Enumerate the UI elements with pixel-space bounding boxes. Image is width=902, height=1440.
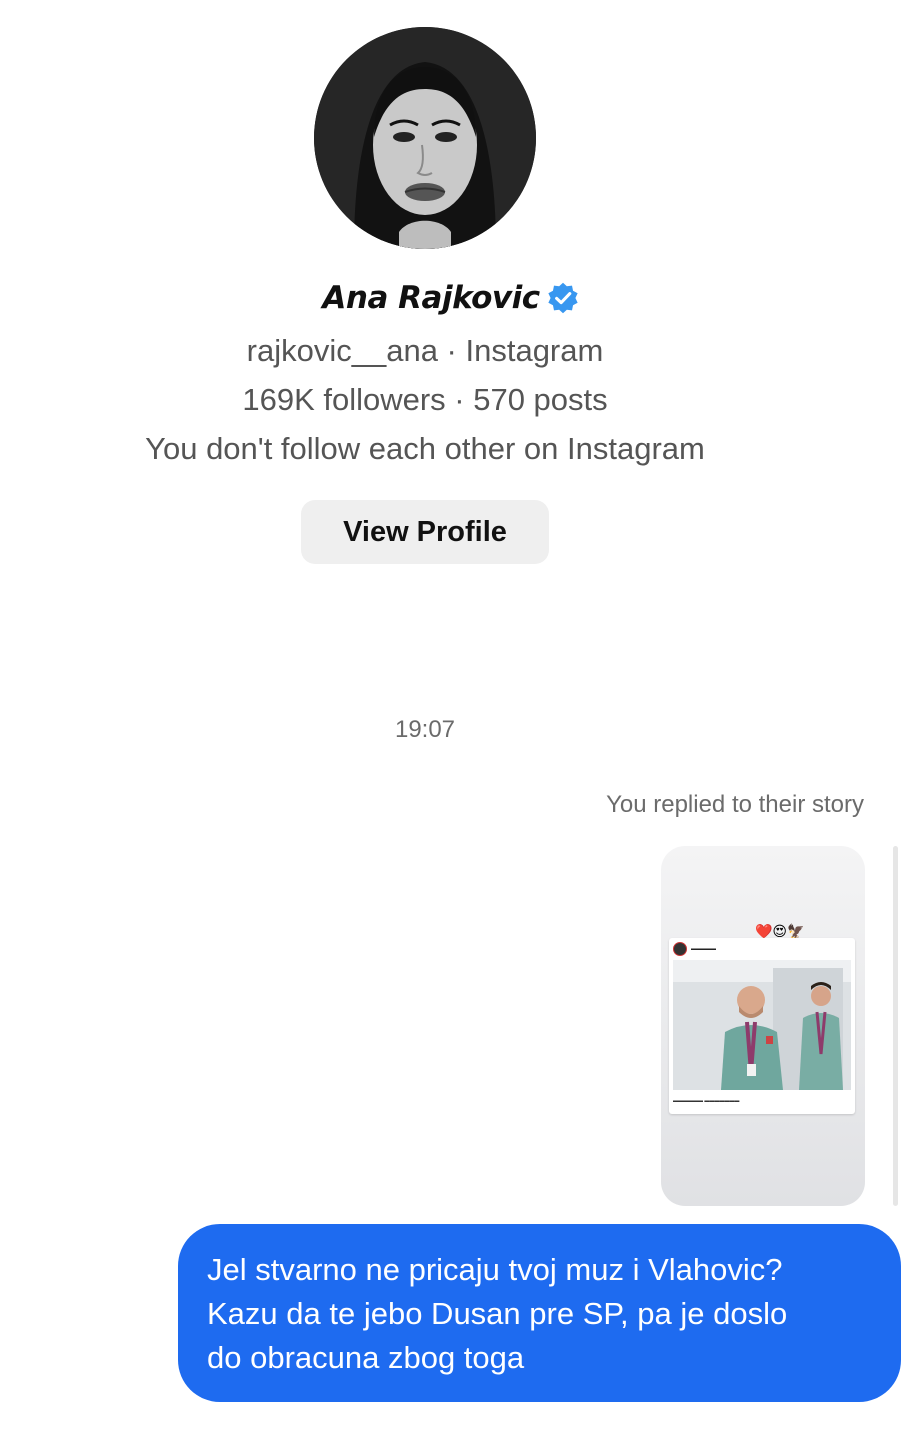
story-post-caption: ▬▬▬▬▬▬ ▬▬▬▬▬▬▬ [673,1098,740,1104]
story-reactions: ❤️😍🦅 [755,923,805,939]
profile-name-row: Ana Rajkovic [0,276,902,320]
players-photo-image [673,960,851,1090]
avatar-portrait-image [314,27,536,249]
message-line: do obracuna zbog toga [207,1340,525,1375]
profile-avatar[interactable] [314,27,536,249]
message-timestamp: 19:07 [394,716,456,743]
sent-message-bubble[interactable]: Jel stvarno ne pricaju tvoj muz i Vlahov… [178,1224,901,1402]
story-post-avatar [673,942,687,956]
chat-screen: Ana Rajkovic rajkovic__ana · Instagram 1… [0,0,902,1440]
profile-stats-line: 169K followers · 570 posts [242,382,608,417]
profile-relationship-line: You don't follow each other on Instagram [145,431,705,466]
message-line: Jel stvarno ne pricaju tvoj muz i Vlahov… [207,1252,783,1287]
profile-handle-line: rajkovic__ana · Instagram [246,333,604,368]
view-profile-button[interactable]: View Profile [301,500,549,564]
story-preview-card[interactable]: ❤️😍🦅 ▬▬▬▬▬ ▬▬▬▬▬▬ ▬▬▬▬▬▬▬ [661,846,865,1206]
profile-name: Ana Rajkovic [322,280,540,316]
story-reply-caption: You replied to their story [606,791,864,818]
message-line: Kazu da te jebo Dusan pre SP, pa je dosl… [207,1296,788,1331]
verified-badge-icon [547,282,578,314]
scrollbar[interactable] [893,846,898,1206]
story-post-username-icon: ▬▬▬▬▬ [691,946,716,952]
story-reshared-post: ▬▬▬▬▬ ▬▬▬▬▬▬ ▬▬▬▬▬▬▬ [669,938,855,1114]
story-post-header: ▬▬▬▬▬ [673,942,716,956]
story-post-photo [673,960,851,1090]
